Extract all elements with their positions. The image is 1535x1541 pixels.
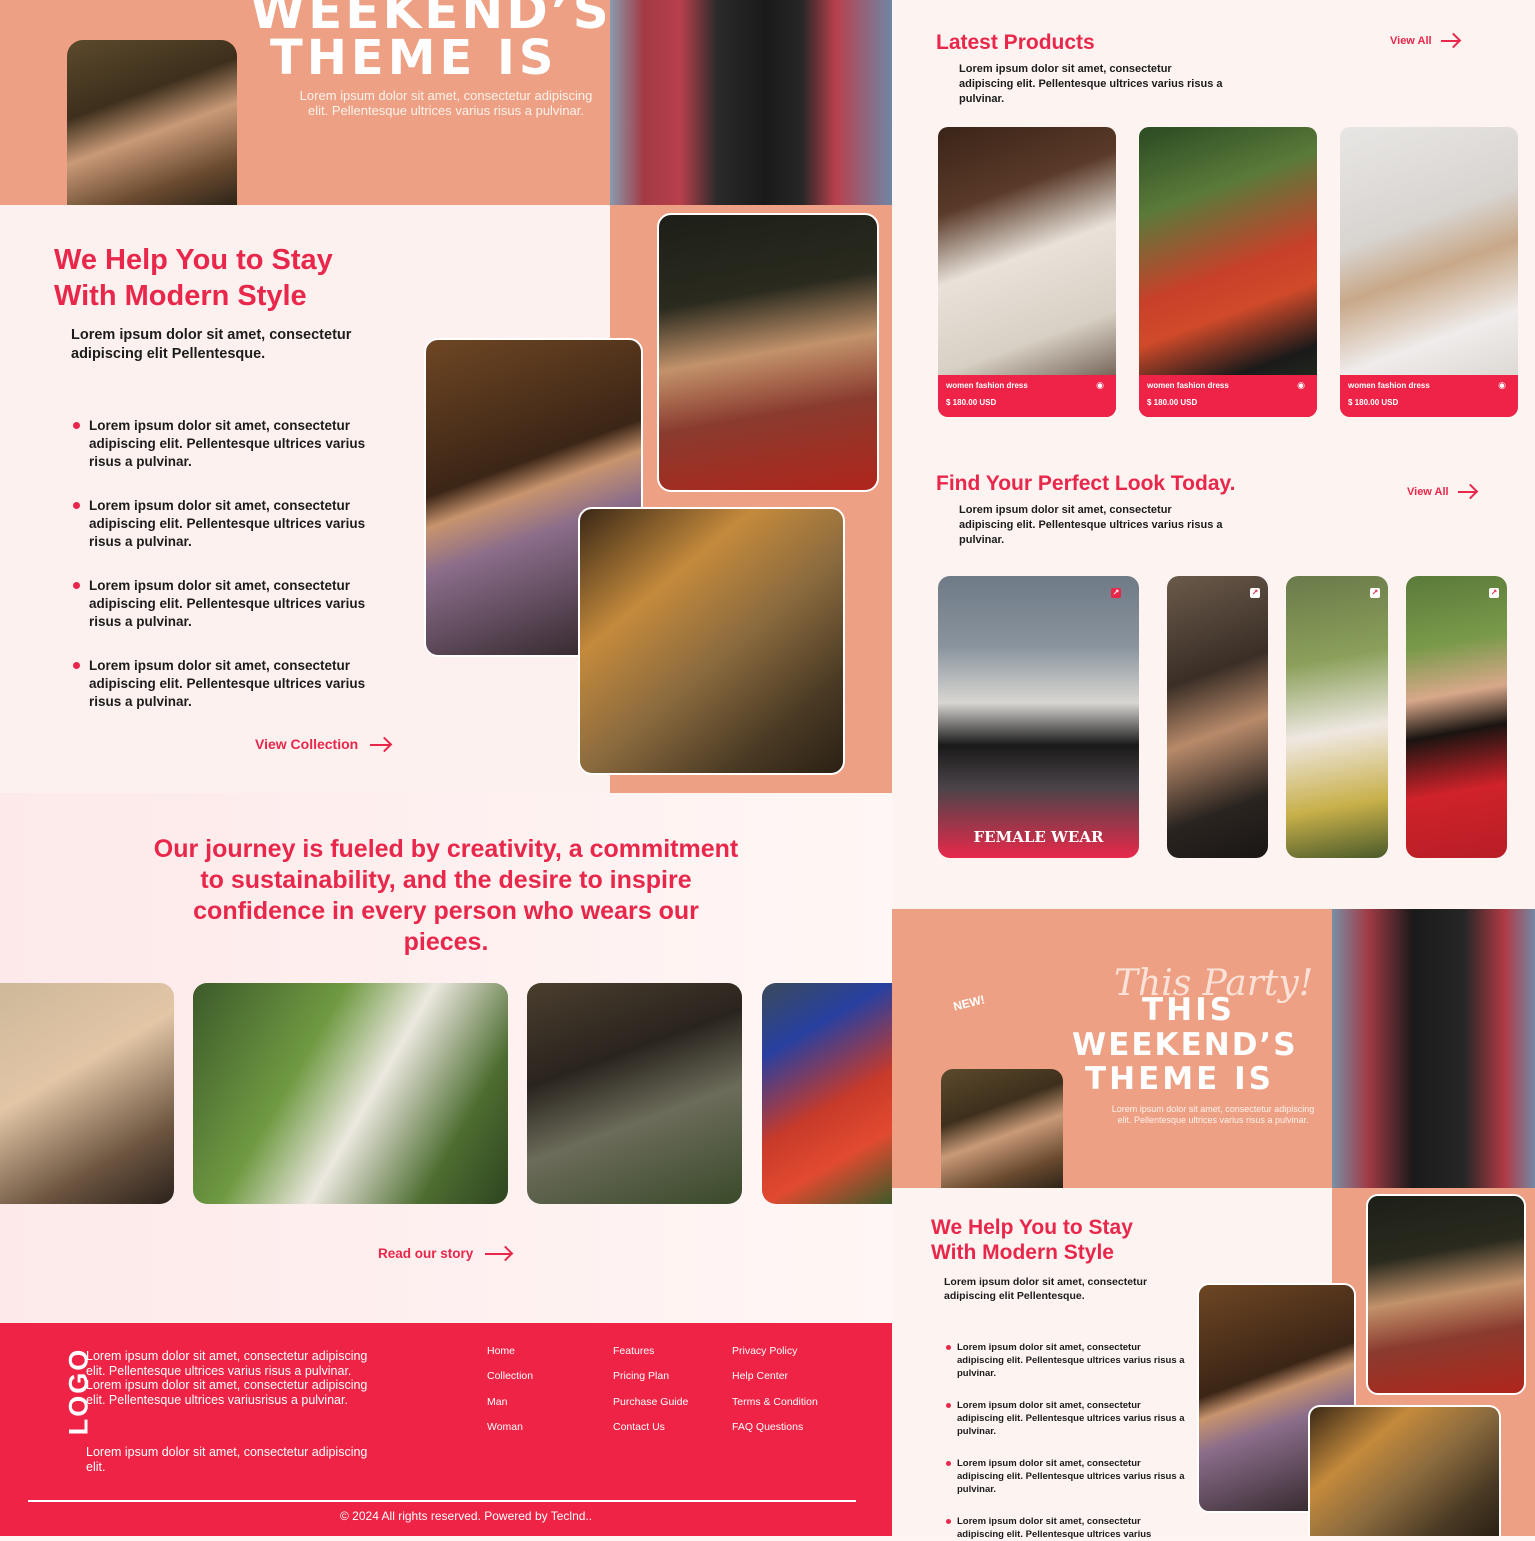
hero-photo-headscarf	[67, 40, 237, 205]
arrow-right-icon	[485, 1253, 512, 1256]
footer-link-purchase[interactable]: Purchase Guide	[613, 1396, 688, 1408]
gallery-photo-2	[193, 983, 508, 1204]
look-card-label: FEMALE WEAR	[973, 828, 1104, 846]
right-page: Latest Products View All Lorem ipsum dol…	[892, 0, 1535, 1540]
footer-link-terms[interactable]: Terms & Condition	[732, 1396, 818, 1408]
product-price: $ 180.00 USD	[1147, 398, 1198, 407]
style-bullet: Lorem ipsum dolor sit amet, consectetur …	[73, 577, 399, 631]
look-card[interactable]: ↗	[1286, 576, 1388, 858]
footer-link-faq[interactable]: FAQ Questions	[732, 1421, 803, 1433]
party-description: Lorem ipsum dolor sit amet, consectetur …	[1111, 1104, 1315, 1125]
latest-title: Latest Products	[936, 31, 1095, 54]
product-card[interactable]: women fashion dress $ 180.00 USD ◉	[938, 127, 1116, 417]
party-title-line3: THEME IS	[1085, 1061, 1274, 1097]
external-link-icon[interactable]: ↗	[1111, 588, 1121, 598]
product-card[interactable]: women fashion dress $ 180.00 USD ◉	[1139, 127, 1317, 417]
product-price: $ 180.00 USD	[1348, 398, 1399, 407]
shopping-bag-icon[interactable]: ◉	[1096, 380, 1104, 391]
style-small-bullet: Lorem ipsum dolor sit amet, consectetur …	[946, 1341, 1187, 1380]
style-photo-fan	[578, 507, 845, 775]
look-title: Find Your Perfect Look Today.	[936, 472, 1236, 495]
product-name: women fashion dress	[946, 381, 1028, 390]
style-small-heading-line2: With Modern Style	[931, 1241, 1114, 1264]
gallery-photo-4	[762, 983, 892, 1204]
style-heading-line2: With Modern Style	[54, 280, 307, 312]
party-title-line2: WEEKEND’S	[1072, 1027, 1298, 1063]
look-view-all-label: View All	[1407, 486, 1449, 498]
external-link-icon[interactable]: ↗	[1370, 588, 1380, 598]
gallery-photo-1	[0, 983, 174, 1204]
hero-description: Lorem ipsum dolor sit amet, consectetur …	[299, 88, 593, 118]
product-name: women fashion dress	[1348, 381, 1430, 390]
product-card[interactable]: women fashion dress $ 180.00 USD ◉	[1340, 127, 1518, 417]
style-bullet: Lorem ipsum dolor sit amet, consectetur …	[73, 657, 399, 711]
left-page: WEEKEND’S THEME IS Lorem ipsum dolor sit…	[0, 0, 892, 1536]
hero-photo-model	[610, 0, 892, 205]
party-photo-model	[1332, 909, 1535, 1188]
look-card[interactable]: ↗	[1167, 576, 1268, 858]
product-name: women fashion dress	[1147, 381, 1229, 390]
latest-view-all-label: View All	[1390, 35, 1432, 47]
hero-title-line2: THEME IS	[270, 30, 558, 86]
style-bullet: Lorem ipsum dolor sit amet, consectetur …	[73, 497, 399, 551]
gallery-photo-3	[527, 983, 742, 1204]
footer-link-home[interactable]: Home	[487, 1345, 515, 1357]
style-photo-hat	[657, 213, 879, 492]
party-title-line1: THIS	[1142, 992, 1235, 1028]
arrow-right-icon	[370, 744, 391, 747]
style-small-bullet: Lorem ipsum dolor sit amet, consectetur …	[946, 1399, 1187, 1438]
footer-copyright: © 2024 All rights reserved. Powered by T…	[340, 1509, 593, 1523]
arrow-right-icon	[1440, 40, 1459, 43]
footer-divider	[28, 1500, 856, 1502]
style-small-intro: Lorem ipsum dolor sit amet, consectetur …	[944, 1276, 1148, 1302]
footer-link-collection[interactable]: Collection	[487, 1370, 533, 1382]
product-bar: women fashion dress $ 180.00 USD ◉	[1139, 375, 1317, 417]
external-link-icon[interactable]: ↗	[1250, 588, 1260, 598]
read-story-link[interactable]: Read our story	[378, 1246, 512, 1261]
product-bar: women fashion dress $ 180.00 USD ◉	[938, 375, 1116, 417]
style-small-heading-line1: We Help You to Stay	[931, 1216, 1133, 1239]
view-collection-link[interactable]: View Collection	[255, 736, 391, 752]
read-story-label: Read our story	[378, 1246, 474, 1261]
style-intro: Lorem ipsum dolor sit amet, consectetur …	[71, 327, 352, 362]
arrow-right-icon	[1457, 491, 1476, 494]
style-small-bullet: Lorem ipsum dolor sit amet, consectetur …	[946, 1457, 1187, 1496]
style-small-photo-hat	[1366, 1194, 1526, 1395]
external-link-icon[interactable]: ↗	[1489, 588, 1499, 598]
footer-link-woman[interactable]: Woman	[487, 1421, 523, 1433]
look-card-female-wear[interactable]: ↗ FEMALE WEAR	[938, 576, 1139, 858]
footer-link-privacy[interactable]: Privacy Policy	[732, 1345, 797, 1357]
style-small-photo-fan	[1308, 1405, 1501, 1536]
footer-link-man[interactable]: Man	[487, 1396, 507, 1408]
footer-link-pricing[interactable]: Pricing Plan	[613, 1370, 669, 1382]
party-photo-headscarf	[941, 1069, 1063, 1188]
look-card[interactable]: ↗	[1406, 576, 1507, 858]
latest-view-all[interactable]: View All	[1390, 35, 1459, 47]
footer-description: Lorem ipsum dolor sit amet, consectetur …	[86, 1349, 368, 1408]
footer-link-contact[interactable]: Contact Us	[613, 1421, 665, 1433]
style-small-bullet: Lorem ipsum dolor sit amet, consectetur …	[946, 1515, 1187, 1541]
journey-quote: Our journey is fueled by creativity, a c…	[153, 835, 739, 956]
style-bullet: Lorem ipsum dolor sit amet, consectetur …	[73, 417, 399, 471]
latest-description: Lorem ipsum dolor sit amet, consectetur …	[959, 63, 1223, 105]
product-bar: women fashion dress $ 180.00 USD ◉	[1340, 375, 1518, 417]
look-description: Lorem ipsum dolor sit amet, consectetur …	[959, 504, 1223, 546]
footer-link-features[interactable]: Features	[613, 1345, 654, 1357]
footer-description-2: Lorem ipsum dolor sit amet, consectetur …	[86, 1445, 368, 1474]
view-collection-label: View Collection	[255, 736, 359, 752]
shopping-bag-icon[interactable]: ◉	[1498, 380, 1506, 391]
shopping-bag-icon[interactable]: ◉	[1297, 380, 1305, 391]
product-price: $ 180.00 USD	[946, 398, 997, 407]
style-heading-line1: We Help You to Stay	[54, 244, 333, 276]
footer-link-help[interactable]: Help Center	[732, 1370, 788, 1382]
look-view-all[interactable]: View All	[1407, 486, 1476, 498]
